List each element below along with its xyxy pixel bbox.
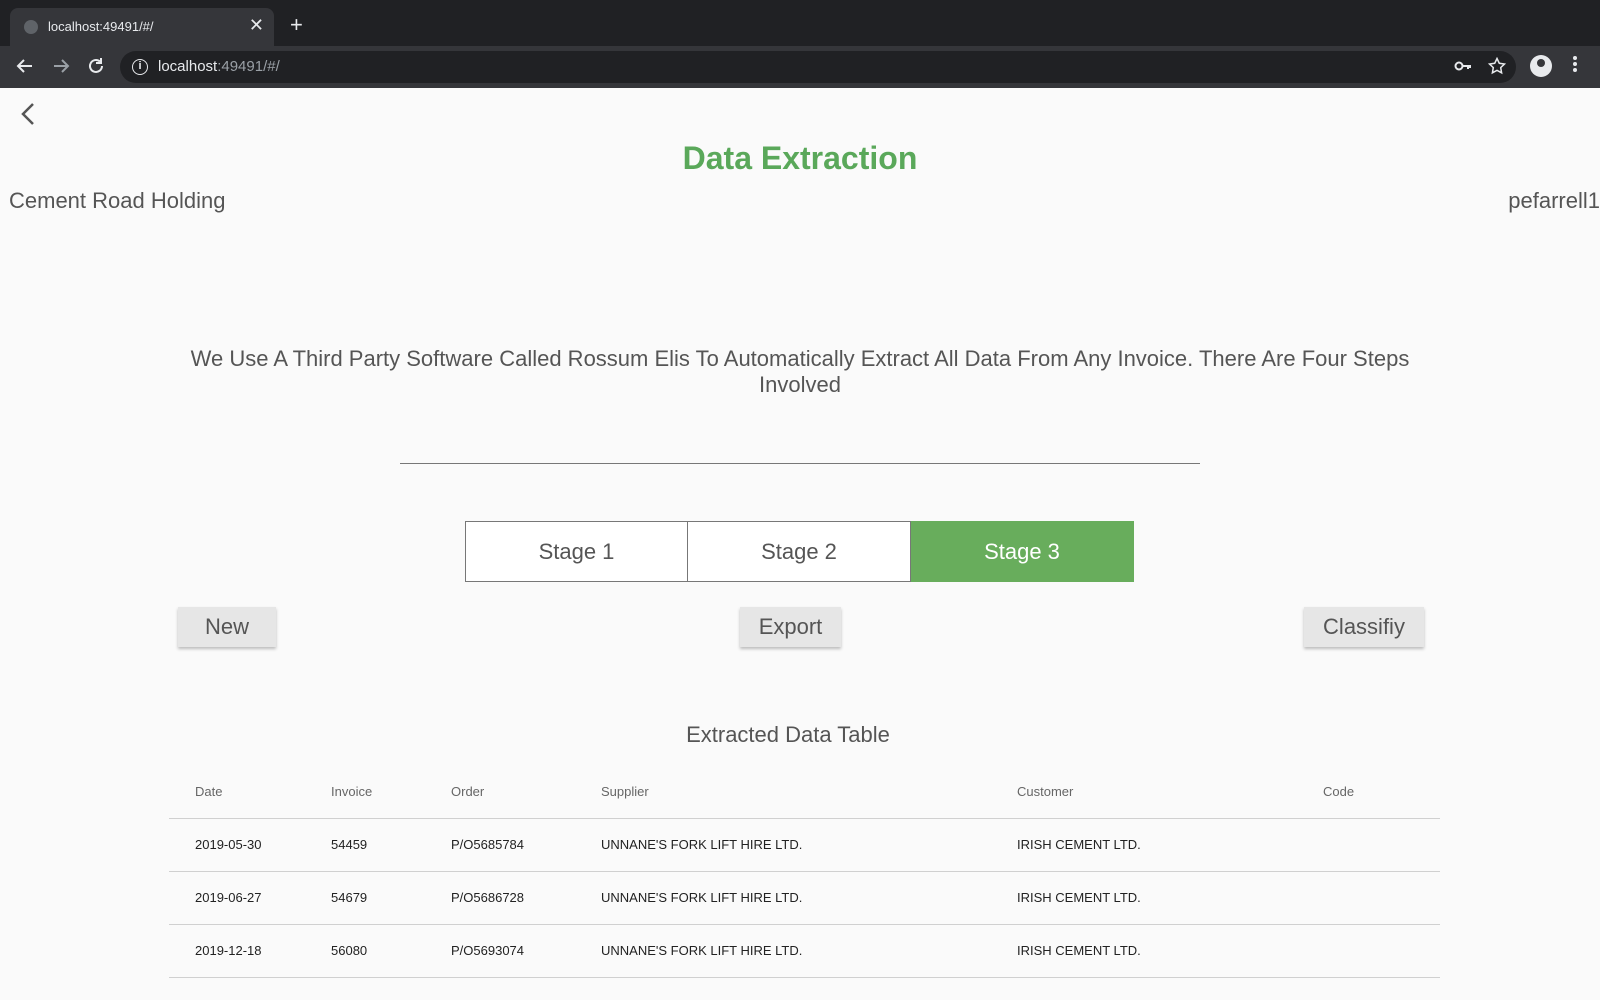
stage-3-tab[interactable]: Stage 3 bbox=[911, 521, 1134, 582]
browser-toolbar: i localhost:49491/#/ bbox=[0, 46, 1600, 88]
column-header-supplier[interactable]: Supplier bbox=[575, 765, 991, 819]
page-title: Data Extraction bbox=[682, 140, 918, 176]
stage-selector: Stage 1 Stage 2 Stage 3 bbox=[465, 521, 1135, 582]
cell-supplier: UNNANE'S FORK LIFT HIRE LTD. bbox=[575, 871, 991, 925]
stage-1-tab[interactable]: Stage 1 bbox=[465, 521, 688, 582]
cell-customer: IRISH CEMENT LTD. bbox=[991, 924, 1297, 978]
browser-chrome: localhost:49491/#/ ✕ + i localhost:49491… bbox=[0, 0, 1600, 88]
table-header-row: Date Invoice Order Supplier Customer Cod… bbox=[169, 765, 1440, 819]
tab-title: localhost:49491/#/ bbox=[48, 19, 154, 34]
cell-invoice: 56080 bbox=[305, 924, 425, 978]
url-text: localhost:49491/#/ bbox=[158, 58, 280, 75]
key-icon[interactable] bbox=[1454, 57, 1472, 80]
cell-date: 2019-06-27 bbox=[169, 871, 305, 925]
cell-date: 2019-05-30 bbox=[169, 818, 305, 872]
description-text: We Use A Third Party Software Called Ros… bbox=[190, 346, 1410, 397]
globe-icon bbox=[24, 20, 38, 34]
cell-supplier: UNNANE'S FORK LIFT HIRE LTD. bbox=[575, 924, 991, 978]
stage-2-tab[interactable]: Stage 2 bbox=[688, 521, 911, 582]
menu-dots-icon[interactable] bbox=[1572, 54, 1578, 79]
forward-arrow-icon[interactable] bbox=[50, 56, 72, 78]
username: pefarrell1 bbox=[1508, 188, 1600, 213]
back-arrow-icon[interactable] bbox=[14, 56, 36, 78]
cell-customer: IRISH CEMENT LTD. bbox=[991, 818, 1297, 872]
cell-supplier: UNNANE'S FORK LIFT HIRE LTD. bbox=[575, 818, 991, 872]
browser-tab[interactable]: localhost:49491/#/ ✕ bbox=[10, 8, 274, 46]
cell-code bbox=[1297, 871, 1440, 925]
export-button[interactable]: Export bbox=[740, 607, 841, 647]
plus-icon[interactable]: + bbox=[290, 14, 303, 36]
column-header-date[interactable]: Date bbox=[169, 765, 305, 819]
column-header-order[interactable]: Order bbox=[425, 765, 575, 819]
reload-icon[interactable] bbox=[85, 56, 107, 78]
chevron-left-icon[interactable] bbox=[16, 100, 40, 128]
column-header-customer[interactable]: Customer bbox=[991, 765, 1297, 819]
address-bar[interactable]: i localhost:49491/#/ bbox=[120, 51, 1516, 83]
table-title: Extracted Data Table bbox=[686, 722, 890, 747]
cell-order: P/O5686728 bbox=[425, 871, 575, 925]
table-row[interactable]: 2019-12-18 56080 P/O5693074 UNNANE'S FOR… bbox=[169, 924, 1440, 978]
close-icon[interactable]: ✕ bbox=[249, 16, 264, 34]
cell-code bbox=[1297, 924, 1440, 978]
star-icon[interactable] bbox=[1487, 56, 1507, 80]
new-button[interactable]: New bbox=[178, 607, 276, 647]
table-row[interactable]: 2019-05-30 54459 P/O5685784 UNNANE'S FOR… bbox=[169, 818, 1440, 872]
cell-customer: IRISH CEMENT LTD. bbox=[991, 871, 1297, 925]
divider bbox=[400, 463, 1200, 464]
extracted-data-table: Date Invoice Order Supplier Customer Cod… bbox=[169, 765, 1440, 978]
cell-date: 2019-12-18 bbox=[169, 924, 305, 978]
info-icon[interactable]: i bbox=[132, 59, 148, 75]
company-name: Cement Road Holding bbox=[9, 188, 226, 213]
cell-order: P/O5693074 bbox=[425, 924, 575, 978]
classify-button[interactable]: Classifiy bbox=[1304, 607, 1424, 647]
table-row[interactable]: 2019-06-27 54679 P/O5686728 UNNANE'S FOR… bbox=[169, 871, 1440, 925]
profile-icon[interactable] bbox=[1530, 55, 1552, 77]
cell-code bbox=[1297, 818, 1440, 872]
cell-invoice: 54459 bbox=[305, 818, 425, 872]
column-header-code[interactable]: Code bbox=[1297, 765, 1440, 819]
column-header-invoice[interactable]: Invoice bbox=[305, 765, 425, 819]
cell-invoice: 54679 bbox=[305, 871, 425, 925]
cell-order: P/O5685784 bbox=[425, 818, 575, 872]
